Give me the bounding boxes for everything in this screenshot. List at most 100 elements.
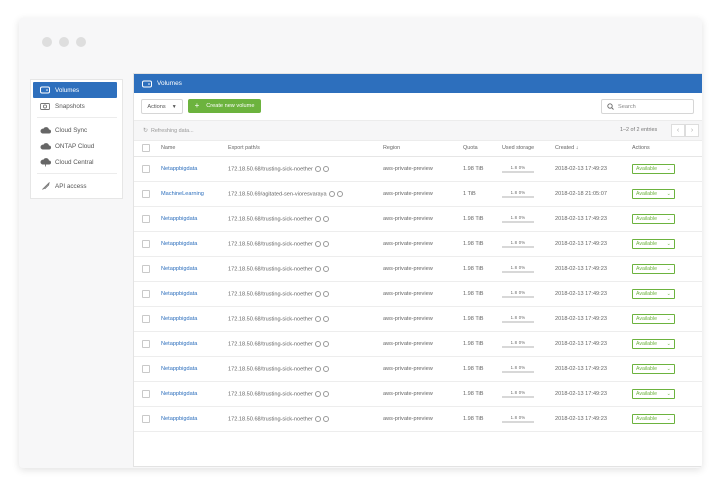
panel-header: Volumes — [134, 74, 702, 93]
sidebar-item-ontap-cloud[interactable]: ONTAP Cloud — [33, 138, 117, 154]
used-storage-track — [502, 221, 534, 223]
used-storage-value: 1.8 0% — [510, 190, 526, 196]
table-row[interactable]: MachineLearning 172.18.50.69/agitated-sen… — [134, 181, 702, 207]
select-all-checkbox[interactable] — [142, 144, 150, 152]
window-maximize-dot[interactable] — [76, 37, 86, 47]
copy-icon[interactable] — [314, 340, 321, 347]
next-page-button[interactable]: › — [685, 124, 699, 137]
window-minimize-dot[interactable] — [59, 37, 69, 47]
copy-icon[interactable] — [314, 415, 321, 422]
status-dropdown[interactable]: Available ⌄ — [632, 339, 675, 349]
info-icon[interactable] — [322, 240, 329, 247]
table-row[interactable]: Netappbigdata 172.18.50.68/trusting-sick-… — [134, 256, 702, 282]
status-dropdown[interactable]: Available ⌄ — [632, 214, 675, 224]
volume-name-link[interactable]: Netappbigdata — [161, 341, 197, 347]
info-icon[interactable] — [322, 290, 329, 297]
info-icon[interactable] — [322, 390, 329, 397]
status-dropdown[interactable]: Available ⌄ — [632, 389, 675, 399]
copy-icon[interactable] — [314, 290, 321, 297]
used-storage-bar: 1.8 0% — [502, 290, 534, 298]
status-dropdown[interactable]: Available ⌄ — [632, 264, 675, 274]
status-dropdown[interactable]: Available ⌄ — [632, 239, 675, 249]
info-icon[interactable] — [322, 340, 329, 347]
info-icon[interactable] — [322, 165, 329, 172]
sidebar-item-label: ONTAP Cloud — [55, 142, 95, 150]
app-window: Volumes Snapshots Cloud Sync ONTAP Cloud — [19, 18, 702, 468]
table-row[interactable]: Netappbigdata 172.18.50.68/trusting-sick-… — [134, 331, 702, 357]
status-dropdown[interactable]: Available ⌄ — [632, 164, 675, 174]
info-icon[interactable] — [322, 215, 329, 222]
copy-icon[interactable] — [314, 390, 321, 397]
status-dropdown[interactable]: Available ⌄ — [632, 414, 675, 424]
table-row[interactable]: Netappbigdata 172.18.50.68/trusting-sick-… — [134, 156, 702, 182]
table-row[interactable]: Netappbigdata 172.18.50.68/trusting-sick-… — [134, 206, 702, 232]
window-close-dot[interactable] — [42, 37, 52, 47]
table-row[interactable]: Netappbigdata 172.18.50.68/trusting-sick-… — [134, 406, 702, 432]
volume-name-link[interactable]: Netappbigdata — [161, 266, 197, 272]
volume-name-link[interactable]: Netappbigdata — [161, 291, 197, 297]
volume-name-link[interactable]: Netappbigdata — [161, 216, 197, 222]
volume-name-link[interactable]: Netappbigdata — [161, 241, 197, 247]
toolbar: Actions ▼ + Create new volume Search — [134, 93, 702, 115]
copy-icon[interactable] — [314, 240, 321, 247]
copy-icon[interactable] — [314, 215, 321, 222]
volume-name-link[interactable]: MachineLearning — [161, 191, 204, 197]
volume-name-link[interactable]: Netappbigdata — [161, 391, 197, 397]
row-checkbox[interactable] — [142, 390, 150, 398]
column-header-region[interactable]: Region — [383, 140, 463, 157]
info-icon[interactable] — [322, 365, 329, 372]
status-dropdown[interactable]: Available ⌄ — [632, 314, 675, 324]
sidebar-item-cloud-sync[interactable]: Cloud Sync — [33, 122, 117, 138]
status-dropdown[interactable]: Available ⌄ — [632, 189, 675, 199]
row-checkbox[interactable] — [142, 165, 150, 173]
used-storage-track — [502, 196, 534, 198]
column-header-actions: Actions — [632, 140, 702, 157]
copy-icon[interactable] — [314, 265, 321, 272]
copy-icon[interactable] — [314, 315, 321, 322]
table-row[interactable]: Netappbigdata 172.18.50.68/trusting-sick-… — [134, 281, 702, 307]
row-checkbox[interactable] — [142, 190, 150, 198]
prev-page-button[interactable]: ‹ — [671, 124, 685, 137]
row-checkbox[interactable] — [142, 365, 150, 373]
table-row[interactable]: Netappbigdata 172.18.50.68/trusting-sick-… — [134, 381, 702, 407]
table-row[interactable]: Netappbigdata 172.18.50.68/trusting-sick-… — [134, 231, 702, 257]
status-dropdown[interactable]: Available ⌄ — [632, 364, 675, 374]
row-checkbox[interactable] — [142, 240, 150, 248]
row-checkbox[interactable] — [142, 215, 150, 223]
row-checkbox[interactable] — [142, 340, 150, 348]
status-label: Available — [636, 166, 657, 172]
sidebar-item-snapshots[interactable]: Snapshots — [33, 98, 117, 114]
copy-icon[interactable] — [314, 165, 321, 172]
column-header-quota[interactable]: Quota — [463, 140, 502, 157]
info-icon[interactable] — [336, 190, 343, 197]
volume-name-link[interactable]: Netappbigdata — [161, 416, 197, 422]
status-dropdown[interactable]: Available ⌄ — [632, 289, 675, 299]
search-input[interactable]: Search — [601, 99, 694, 114]
column-header-name[interactable]: Name — [161, 140, 228, 157]
volume-name-link[interactable]: Netappbigdata — [161, 366, 197, 372]
column-header-created[interactable]: Created ↓ — [555, 140, 632, 157]
sidebar-item-volumes[interactable]: Volumes — [33, 82, 117, 98]
export-path: 172.18.50.68/trusting-sick-noether — [228, 416, 313, 423]
info-icon[interactable] — [322, 415, 329, 422]
row-checkbox[interactable] — [142, 290, 150, 298]
sidebar-item-api-access[interactable]: API access — [33, 178, 117, 194]
row-checkbox[interactable] — [142, 315, 150, 323]
table-row[interactable]: Netappbigdata 172.18.50.68/trusting-sick-… — [134, 306, 702, 332]
copy-icon[interactable] — [314, 365, 321, 372]
volume-name-link[interactable]: Netappbigdata — [161, 166, 197, 172]
create-volume-button[interactable]: + Create new volume — [188, 99, 261, 113]
volume-name-link[interactable]: Netappbigdata — [161, 316, 197, 322]
sidebar-item-cloud-central[interactable]: Cloud Central — [33, 154, 117, 170]
table-row[interactable]: Netappbigdata 172.18.50.68/trusting-sick-… — [134, 356, 702, 382]
export-path: 172.18.50.68/trusting-sick-noether — [228, 216, 313, 223]
column-header-export-path[interactable]: Export path/s — [228, 140, 383, 157]
actions-dropdown[interactable]: Actions ▼ — [141, 99, 183, 114]
drive-icon — [142, 80, 152, 88]
info-icon[interactable] — [322, 265, 329, 272]
row-checkbox[interactable] — [142, 265, 150, 273]
row-checkbox[interactable] — [142, 415, 150, 423]
info-icon[interactable] — [322, 315, 329, 322]
column-header-used-storage[interactable]: Used storage — [502, 140, 555, 157]
copy-icon[interactable] — [328, 190, 335, 197]
